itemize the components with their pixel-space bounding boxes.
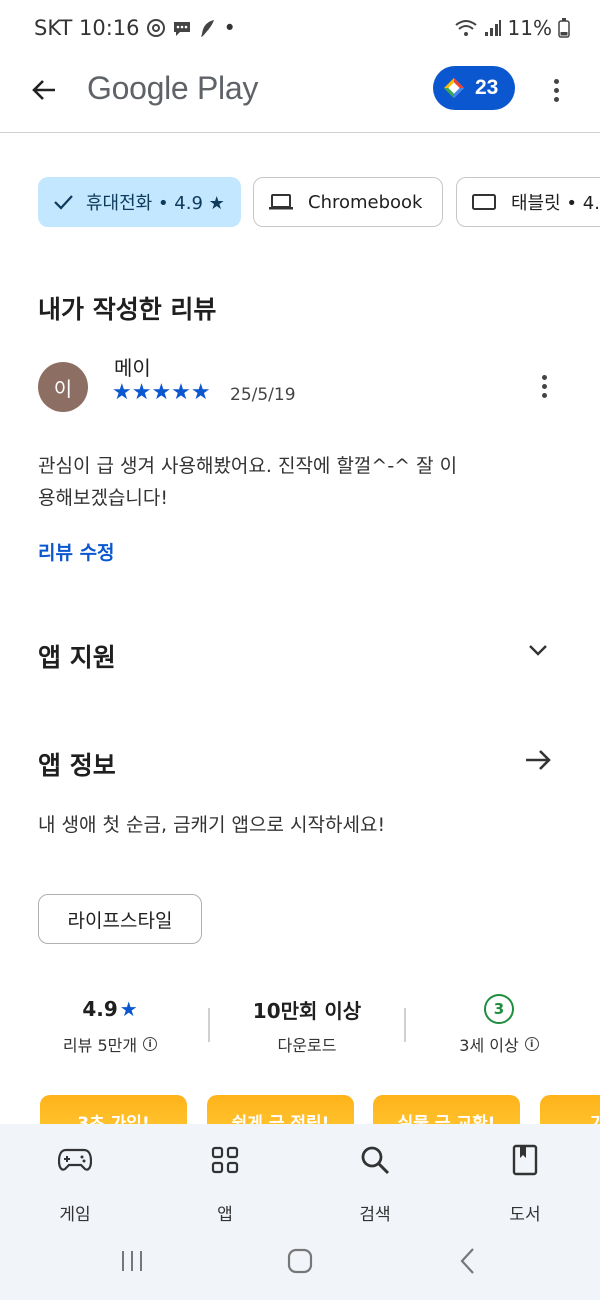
info-icon: i bbox=[143, 1037, 158, 1051]
rating-label: 리뷰 5만개 bbox=[62, 1036, 138, 1055]
chat-icon bbox=[173, 22, 190, 36]
status-left: SKT 10:16 • bbox=[34, 16, 236, 40]
star-icon: ★ bbox=[119, 997, 138, 1021]
system-navigation bbox=[0, 1236, 600, 1286]
more-icon bbox=[553, 78, 559, 84]
stars-glyphs: ★★★★★ bbox=[112, 380, 211, 405]
downloads-value: 10만회 이상 bbox=[252, 998, 362, 1023]
book-icon bbox=[507, 1142, 543, 1178]
chip-phone-label: 휴대전화 • 4.9 ★ bbox=[86, 193, 225, 214]
nav-search-label: 검색 bbox=[359, 1205, 391, 1225]
search-icon bbox=[357, 1142, 393, 1178]
age-label: 3세 이상 bbox=[459, 1036, 519, 1055]
stat-age-rating[interactable]: 3 3세 이상 i bbox=[404, 990, 594, 1056]
chip-tablet-label: 태블릿 • 4.9 bbox=[511, 193, 600, 214]
app-support-title[interactable]: 앱 지원 bbox=[38, 638, 116, 674]
more-icon-dot bbox=[553, 87, 559, 93]
recents-button[interactable] bbox=[112, 1244, 152, 1278]
review-body: 관심이 급 생겨 사용해봤어요. 진작에 할껄^-^ 잘 이용해보겠습니다! bbox=[38, 455, 458, 509]
app-description: 내 생애 첫 순금, 금캐기 앱으로 시작하세요! bbox=[38, 814, 386, 836]
edit-review-link[interactable]: 리뷰 수정 bbox=[38, 538, 115, 565]
points-count: 23 bbox=[475, 76, 499, 99]
chevron-left-icon bbox=[460, 1248, 474, 1274]
chip-chromebook[interactable]: Chromebook bbox=[253, 177, 443, 227]
age-rating-badge: 3 bbox=[484, 994, 514, 1024]
feather-icon bbox=[200, 20, 214, 37]
divider bbox=[208, 1008, 210, 1042]
nav-search[interactable]: 검색 bbox=[325, 1142, 425, 1225]
device-filter-chips: 휴대전화 • 4.9 ★ Chromebook 태블릿 • 4.9 bbox=[38, 177, 600, 229]
more-icon bbox=[541, 374, 547, 380]
promo-card[interactable]: 실물 금 교환! bbox=[373, 1095, 520, 1127]
avatar: 이 bbox=[38, 362, 88, 412]
status-bar: SKT 10:16 • 11% bbox=[0, 0, 600, 58]
stat-downloads: 10만회 이상 다운로드 bbox=[212, 990, 402, 1056]
app-stats: 4.9 ★ 리뷰 5만개 i 10만회 이상 다운로드 3 3세 이상 i bbox=[0, 990, 600, 1070]
battery-text: 11% bbox=[507, 16, 552, 40]
play-points-button[interactable]: 23 bbox=[433, 66, 515, 110]
home-button[interactable] bbox=[280, 1244, 320, 1278]
system-back-button[interactable] bbox=[448, 1244, 488, 1278]
play-points-icon bbox=[444, 78, 464, 98]
reviewer-name: 메이 bbox=[114, 356, 151, 380]
home-icon bbox=[287, 1248, 313, 1274]
nav-books[interactable]: 도서 bbox=[475, 1142, 575, 1225]
laptop-icon bbox=[269, 194, 293, 210]
review-date: 25/5/19 bbox=[230, 385, 296, 405]
category-chip[interactable]: 라이프스타일 bbox=[38, 894, 202, 944]
expand-button[interactable] bbox=[520, 632, 556, 668]
rating-value-row: 4.9 ★ bbox=[15, 990, 205, 1028]
rating-value: 4.9 bbox=[82, 997, 118, 1021]
nav-games-label: 게임 bbox=[59, 1205, 91, 1225]
star-rating: ★★★★★ bbox=[112, 381, 211, 405]
status-dot: • bbox=[223, 16, 236, 40]
nav-books-label: 도서 bbox=[509, 1205, 541, 1225]
stat-rating[interactable]: 4.9 ★ 리뷰 5만개 i bbox=[15, 990, 205, 1056]
more-icon-dot bbox=[553, 96, 559, 102]
recents-icon bbox=[122, 1251, 142, 1271]
my-review-title: 내가 작성한 리뷰 bbox=[38, 295, 217, 324]
app-title: Google Play bbox=[87, 70, 259, 106]
promo-card[interactable]: 기프티 bbox=[540, 1095, 600, 1127]
arrow-forward-icon bbox=[526, 750, 551, 770]
review-header: 이 메이 ★★★★★ 25/5/19 bbox=[38, 350, 568, 420]
signal-icon bbox=[484, 20, 501, 36]
chevron-down-icon bbox=[529, 645, 547, 656]
more-icon-dot bbox=[541, 383, 547, 389]
nav-games[interactable]: 게임 bbox=[25, 1142, 125, 1225]
review-more-button[interactable] bbox=[532, 368, 556, 404]
check-icon bbox=[54, 195, 73, 210]
downloads-label: 다운로드 bbox=[277, 1036, 337, 1055]
battery-icon bbox=[558, 18, 570, 38]
app-info-title[interactable]: 앱 정보 bbox=[38, 746, 116, 782]
promo-card[interactable]: 쉽게 금 적립! bbox=[207, 1095, 354, 1127]
app-bar: Google Play 23 bbox=[0, 58, 600, 133]
chip-tablet[interactable]: 태블릿 • 4.9 bbox=[456, 177, 600, 227]
threads-icon bbox=[146, 19, 165, 37]
info-icon: i bbox=[524, 1037, 539, 1051]
age-label-row: 3세 이상 i bbox=[404, 1032, 594, 1056]
status-right: 11% bbox=[454, 16, 570, 40]
nav-apps[interactable]: 앱 bbox=[175, 1142, 275, 1225]
more-icon-dot bbox=[541, 392, 547, 398]
promo-screenshots: 3초 가입! 쉽게 금 적립! 실물 금 교환! 기프티 bbox=[0, 1095, 600, 1127]
carrier-time: SKT 10:16 bbox=[34, 16, 140, 40]
age-badge-row: 3 bbox=[404, 990, 594, 1028]
gamepad-icon bbox=[57, 1142, 93, 1178]
chip-chromebook-label: Chromebook bbox=[308, 191, 423, 213]
wifi-icon bbox=[454, 20, 477, 36]
rating-label-row: 리뷰 5만개 i bbox=[15, 1032, 205, 1056]
more-options-button[interactable] bbox=[540, 72, 572, 108]
chip-phone[interactable]: 휴대전화 • 4.9 ★ bbox=[38, 177, 241, 227]
apps-grid-icon bbox=[207, 1142, 243, 1178]
back-button[interactable] bbox=[26, 72, 62, 108]
nav-apps-label: 앱 bbox=[217, 1205, 233, 1225]
promo-card[interactable]: 3초 가입! bbox=[40, 1095, 187, 1127]
app-info-arrow-button[interactable] bbox=[520, 742, 556, 778]
arrow-back-icon bbox=[32, 80, 55, 100]
tablet-icon bbox=[472, 194, 496, 210]
